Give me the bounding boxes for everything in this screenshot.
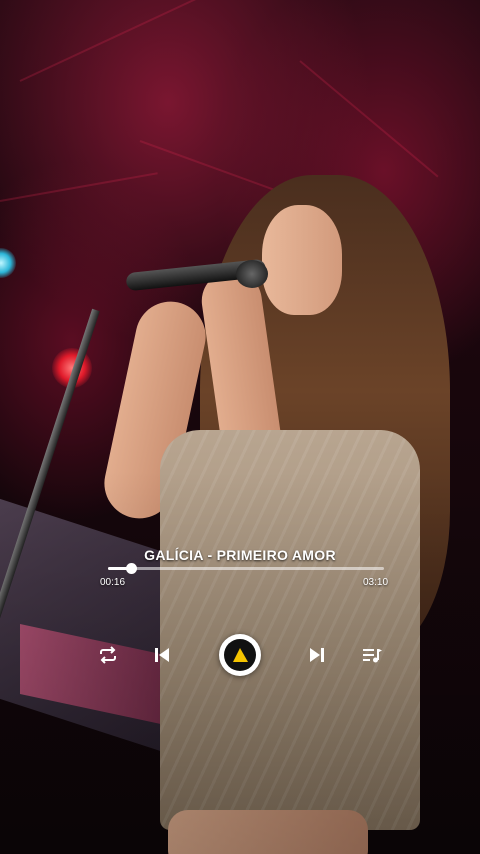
video-shade <box>0 0 480 854</box>
progress-bar[interactable] <box>108 563 384 574</box>
previous-button[interactable] <box>149 642 175 668</box>
progress-thumb[interactable] <box>126 563 138 574</box>
skip-previous-icon <box>155 648 169 662</box>
skip-next-icon <box>310 648 324 662</box>
playlist-queue-icon <box>363 649 382 663</box>
total-time: 03:10 <box>363 577 389 588</box>
video-background: GALÍCIA - PRIMEIRO AMOR 00:16 03:10 <box>0 0 480 854</box>
repeat-button[interactable] <box>95 642 121 668</box>
current-time: 00:16 <box>100 577 126 588</box>
play-button-inner <box>224 639 256 671</box>
repeat-icon <box>100 646 116 664</box>
song-title: GALÍCIA - PRIMEIRO AMOR <box>144 547 336 563</box>
play-button[interactable] <box>219 634 261 676</box>
music-player-overlay: GALÍCIA - PRIMEIRO AMOR 00:16 03:10 <box>0 540 480 690</box>
play-icon <box>233 648 248 662</box>
next-button[interactable] <box>304 642 330 668</box>
queue-button[interactable] <box>359 642 385 668</box>
